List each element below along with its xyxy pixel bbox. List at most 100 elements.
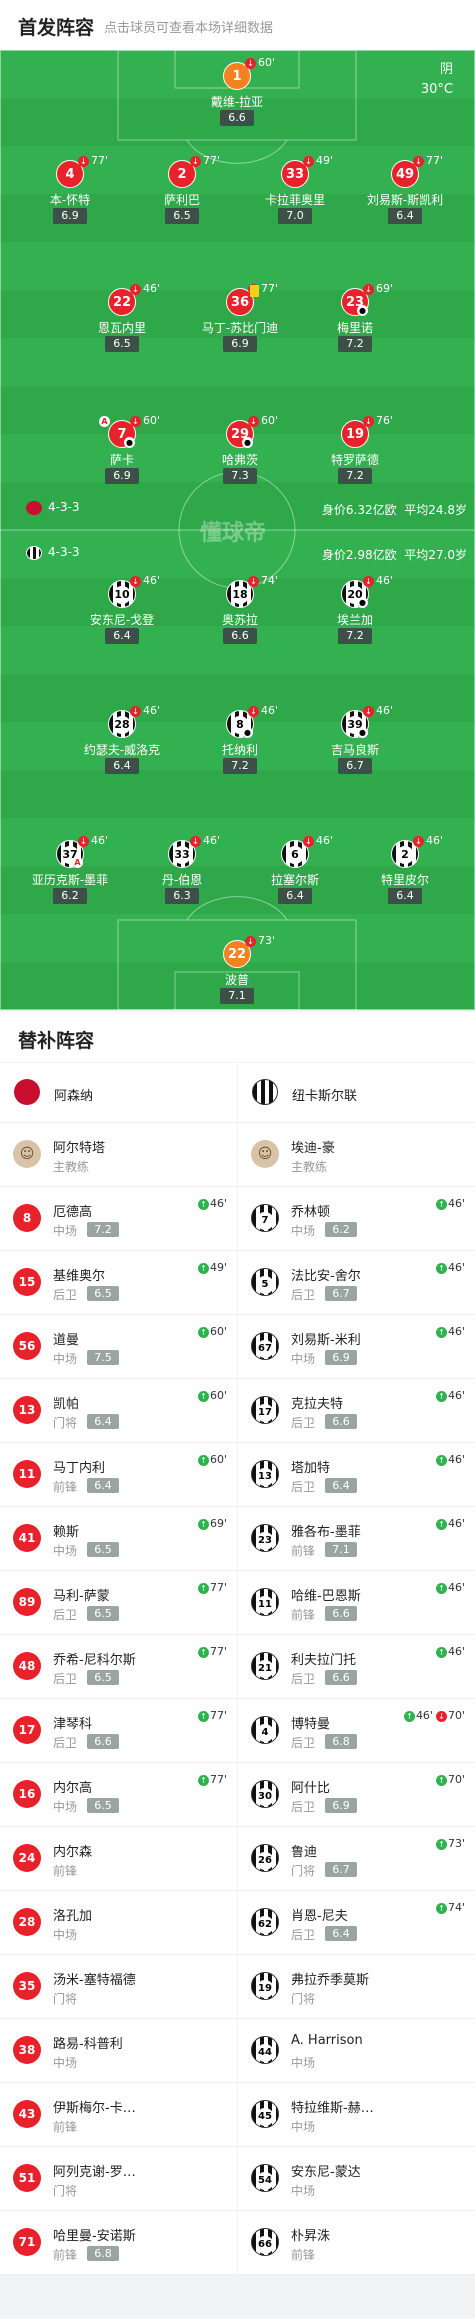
bench-player-row[interactable]: 66 朴昇洙 前锋 <box>238 2211 475 2275</box>
sub-in-icon: ↑ <box>197 1518 209 1530</box>
player-3[interactable]: 33 ↓ 49' 卡拉菲奥里 7.0 <box>245 154 345 230</box>
player-12[interactable]: 18 ↓ 74' 奥苏拉 6.6 <box>190 574 290 650</box>
sub-in-icon: ↑ <box>197 1454 209 1466</box>
sub-off-icon: ↓ <box>245 57 256 69</box>
bench-player-row[interactable]: 11 马丁内利 前锋 6.4 ↑ 60' <box>0 1443 237 1507</box>
bench-player-row[interactable]: 38 路易-科普利 中场 <box>0 2019 237 2083</box>
shirt-number: 11 <box>251 1588 279 1616</box>
bench-player-name: 弗拉乔季莫斯 <box>291 1973 370 1988</box>
bench-player-row[interactable]: 16 内尔高 中场 6.5 ↑ 77' <box>0 1763 237 1827</box>
bench-player-row[interactable]: 45 特拉维斯-赫… 中场 <box>238 2083 475 2147</box>
sub-off-time: ↓ 46' <box>130 282 160 295</box>
bench-player-row[interactable]: 41 赖斯 中场 6.5 ↑ 69' <box>0 1507 237 1571</box>
player-16[interactable]: 39 ↓ 46' 吉马良斯 6.7 ● <box>305 704 405 780</box>
home-coach-row[interactable]: ☺ 阿尔特塔 主教练 <box>0 1123 237 1187</box>
bench-player-row[interactable]: 13 凯帕 门将 6.4 ↑ 60' <box>0 1379 237 1443</box>
away-coach-row[interactable]: ☺ 埃迪-豪 主教练 <box>238 1123 475 1187</box>
player-20[interactable]: 2 ↓ 46' 特里皮尔 6.4 <box>355 834 455 910</box>
bench-player-rating: 6.8 <box>325 1734 357 1749</box>
bench-player-row[interactable]: 19 弗拉乔季莫斯 门将 <box>238 1955 475 2019</box>
player-2[interactable]: 2 ↓ 77' 萨利巴 6.5 <box>132 154 232 230</box>
player-15[interactable]: 8 ↓ 46' 托纳利 7.2 ● <box>190 704 290 780</box>
sub-off-icon: ↓ <box>435 1710 447 1722</box>
weather-condition: 阴 <box>439 62 453 77</box>
player-6[interactable]: 36↓77'马丁-苏比门迪6.9 <box>190 282 290 358</box>
sub-off-text: 46' <box>261 704 279 717</box>
away-team-row[interactable]: 纽卡斯尔联 <box>238 1063 475 1123</box>
bench-player-row[interactable]: 11 哈维-巴恩斯 前锋 6.6 ↑ 46' <box>238 1571 475 1635</box>
bench-player-row[interactable]: 17 克拉夫特 后卫 6.6 ↑ 46' <box>238 1379 475 1443</box>
bench-player-row[interactable]: 28 洛孔加 中场 <box>0 1891 237 1955</box>
bench-player-rating: 6.9 <box>325 1798 357 1813</box>
bench-player-row[interactable]: 30 阿什比 后卫 6.9 ↑ 70' <box>238 1763 475 1827</box>
player-9[interactable]: 29 ↓ 60' 哈弗茨 7.3 ● <box>190 414 290 490</box>
bench-player-rating: 6.5 <box>87 1798 119 1813</box>
sub-off-time: ↓ 46' <box>413 834 443 847</box>
player-19[interactable]: 6 ↓ 46' 拉塞尔斯 6.4 <box>245 834 345 910</box>
bench-player-row[interactable]: 8 厄德高 中场 7.2 ↑ 46' <box>0 1187 237 1251</box>
sub-off-time: ↓ 46' <box>130 704 160 717</box>
player-8[interactable]: 7 ↓ 60' 萨卡 6.9 A ● <box>72 414 172 490</box>
bench-player-row[interactable]: 48 乔希-尼科尔斯 后卫 6.5 ↑ 77' <box>0 1635 237 1699</box>
sub-in-text: 60' <box>209 1325 227 1338</box>
sub-off-time: ↓ 49' <box>303 154 333 167</box>
sub-off-text: 46' <box>203 834 221 847</box>
player-17[interactable]: 37 ↓ 46' 亚历克斯-墨菲 6.2 A <box>20 834 120 910</box>
player-0[interactable]: 1 ↓ 60' 戴维-拉亚 6.6 <box>187 56 287 132</box>
bench-player-row[interactable]: 21 利夫拉门托 后卫 6.6 ↑ 46' <box>238 1635 475 1699</box>
bench-player-row[interactable]: 89 马利-萨蒙 后卫 6.5 ↑ 77' <box>0 1571 237 1635</box>
player-18[interactable]: 33 ↓ 46' 丹-伯恩 6.3 <box>132 834 232 910</box>
bench-player-row[interactable]: 43 伊斯梅尔-卡… 前锋 <box>0 2083 237 2147</box>
sub-in-time: ↑ 73' <box>435 1837 465 1850</box>
player-7[interactable]: 23 ↓ 69' 梅里诺 7.2 ● <box>305 282 405 358</box>
bench-player-position: 中场 <box>53 1224 78 1238</box>
player-rating: 6.5 <box>105 336 139 352</box>
goal-icon: ● <box>242 727 253 738</box>
bench-player-row[interactable]: 15 基维奥尔 后卫 6.5 ↑ 49' <box>0 1251 237 1315</box>
home-team-row[interactable]: 阿森纳 <box>0 1063 237 1123</box>
player-name: 安东尼-戈登 <box>89 613 155 627</box>
bench-player-row[interactable]: 7 乔林顿 中场 6.2 ↑ 46' <box>238 1187 475 1251</box>
bench-player-row[interactable]: 13 塔加特 后卫 6.4 ↑ 46' <box>238 1443 475 1507</box>
sub-off-icon: ↓ <box>190 155 201 167</box>
bench-player-row[interactable]: 44 A. Harrison 中场 <box>238 2019 475 2083</box>
bench-player-row[interactable]: 62 肖恩-尼夫 后卫 6.4 ↑ 74' <box>238 1891 475 1955</box>
player-1[interactable]: 4 ↓ 77' 本-怀特 6.9 <box>20 154 120 230</box>
player-name: 戴维-拉亚 <box>210 95 264 109</box>
bench-player-row[interactable]: 24 内尔森 前锋 <box>0 1827 237 1891</box>
bench-player-row[interactable]: 26 鲁迪 门将 6.7 ↑ 73' <box>238 1827 475 1891</box>
bench-player-row[interactable]: 4 博特曼 后卫 6.8 ↑ 46' ↓ 70' <box>238 1699 475 1763</box>
shirt-number: 26 <box>251 1844 279 1872</box>
player-10[interactable]: 19 ↓ 76' 特罗萨德 7.2 <box>305 414 405 490</box>
bench-player-row[interactable]: 17 津琴科 后卫 6.6 ↑ 77' <box>0 1699 237 1763</box>
player-13[interactable]: 20 ↓ 46' 埃兰加 7.2 ● <box>305 574 405 650</box>
shirt-number: 56 <box>13 1332 41 1360</box>
sub-off-icon: ↓ <box>190 835 201 847</box>
shirt-number-text: 62 <box>256 1916 274 1934</box>
bench-player-row[interactable]: 5 法比安-舍尔 后卫 6.7 ↑ 46' <box>238 1251 475 1315</box>
sub-off-icon: ↓ <box>78 835 89 847</box>
player-11[interactable]: 10 ↓ 46' 安东尼-戈登 6.4 <box>72 574 172 650</box>
sub-off-icon: ↓ <box>248 575 259 587</box>
player-5[interactable]: 22 ↓ 46' 恩瓦内里 6.5 <box>72 282 172 358</box>
bench-player-row[interactable]: 51 阿列克谢-罗… 门将 <box>0 2147 237 2211</box>
bench-player-rating: 6.5 <box>87 1670 119 1685</box>
player-14[interactable]: 28 ↓ 46' 约瑟夫-威洛克 6.4 <box>72 704 172 780</box>
bench-player-row[interactable]: 35 汤米-塞特福德 门将 <box>0 1955 237 2019</box>
home-coach-role: 主教练 <box>53 1160 90 1174</box>
bench-player-row[interactable]: 56 道曼 中场 7.5 ↑ 60' <box>0 1315 237 1379</box>
player-21[interactable]: 22 ↓ 73' 波普 7.1 <box>187 934 287 1010</box>
player-rating: 6.4 <box>278 888 312 904</box>
sub-in-time: ↑ 46' <box>435 1645 465 1658</box>
player-4[interactable]: 49 ↓ 77' 刘易斯-斯凯利 6.4 <box>355 154 455 230</box>
home-formation: 4-3-3 <box>26 500 80 515</box>
shirt-number-text: 45 <box>256 2108 274 2126</box>
player-name: 埃兰加 <box>336 613 373 627</box>
sub-in-icon: ↑ <box>435 1838 447 1850</box>
sub-off-icon: ↓ <box>363 705 374 717</box>
bench-player-row[interactable]: 71 哈里曼-安诺斯 前锋 6.8 <box>0 2211 237 2275</box>
bench-player-row[interactable]: 23 雅各布-墨菲 前锋 7.1 ↑ 46' <box>238 1507 475 1571</box>
bench-player-row[interactable]: 67 刘易斯-米利 中场 6.9 ↑ 46' <box>238 1315 475 1379</box>
bench-player-row[interactable]: 54 安东尼-蒙达 中场 <box>238 2147 475 2211</box>
sub-in-time: ↑ 46' <box>197 1197 227 1210</box>
